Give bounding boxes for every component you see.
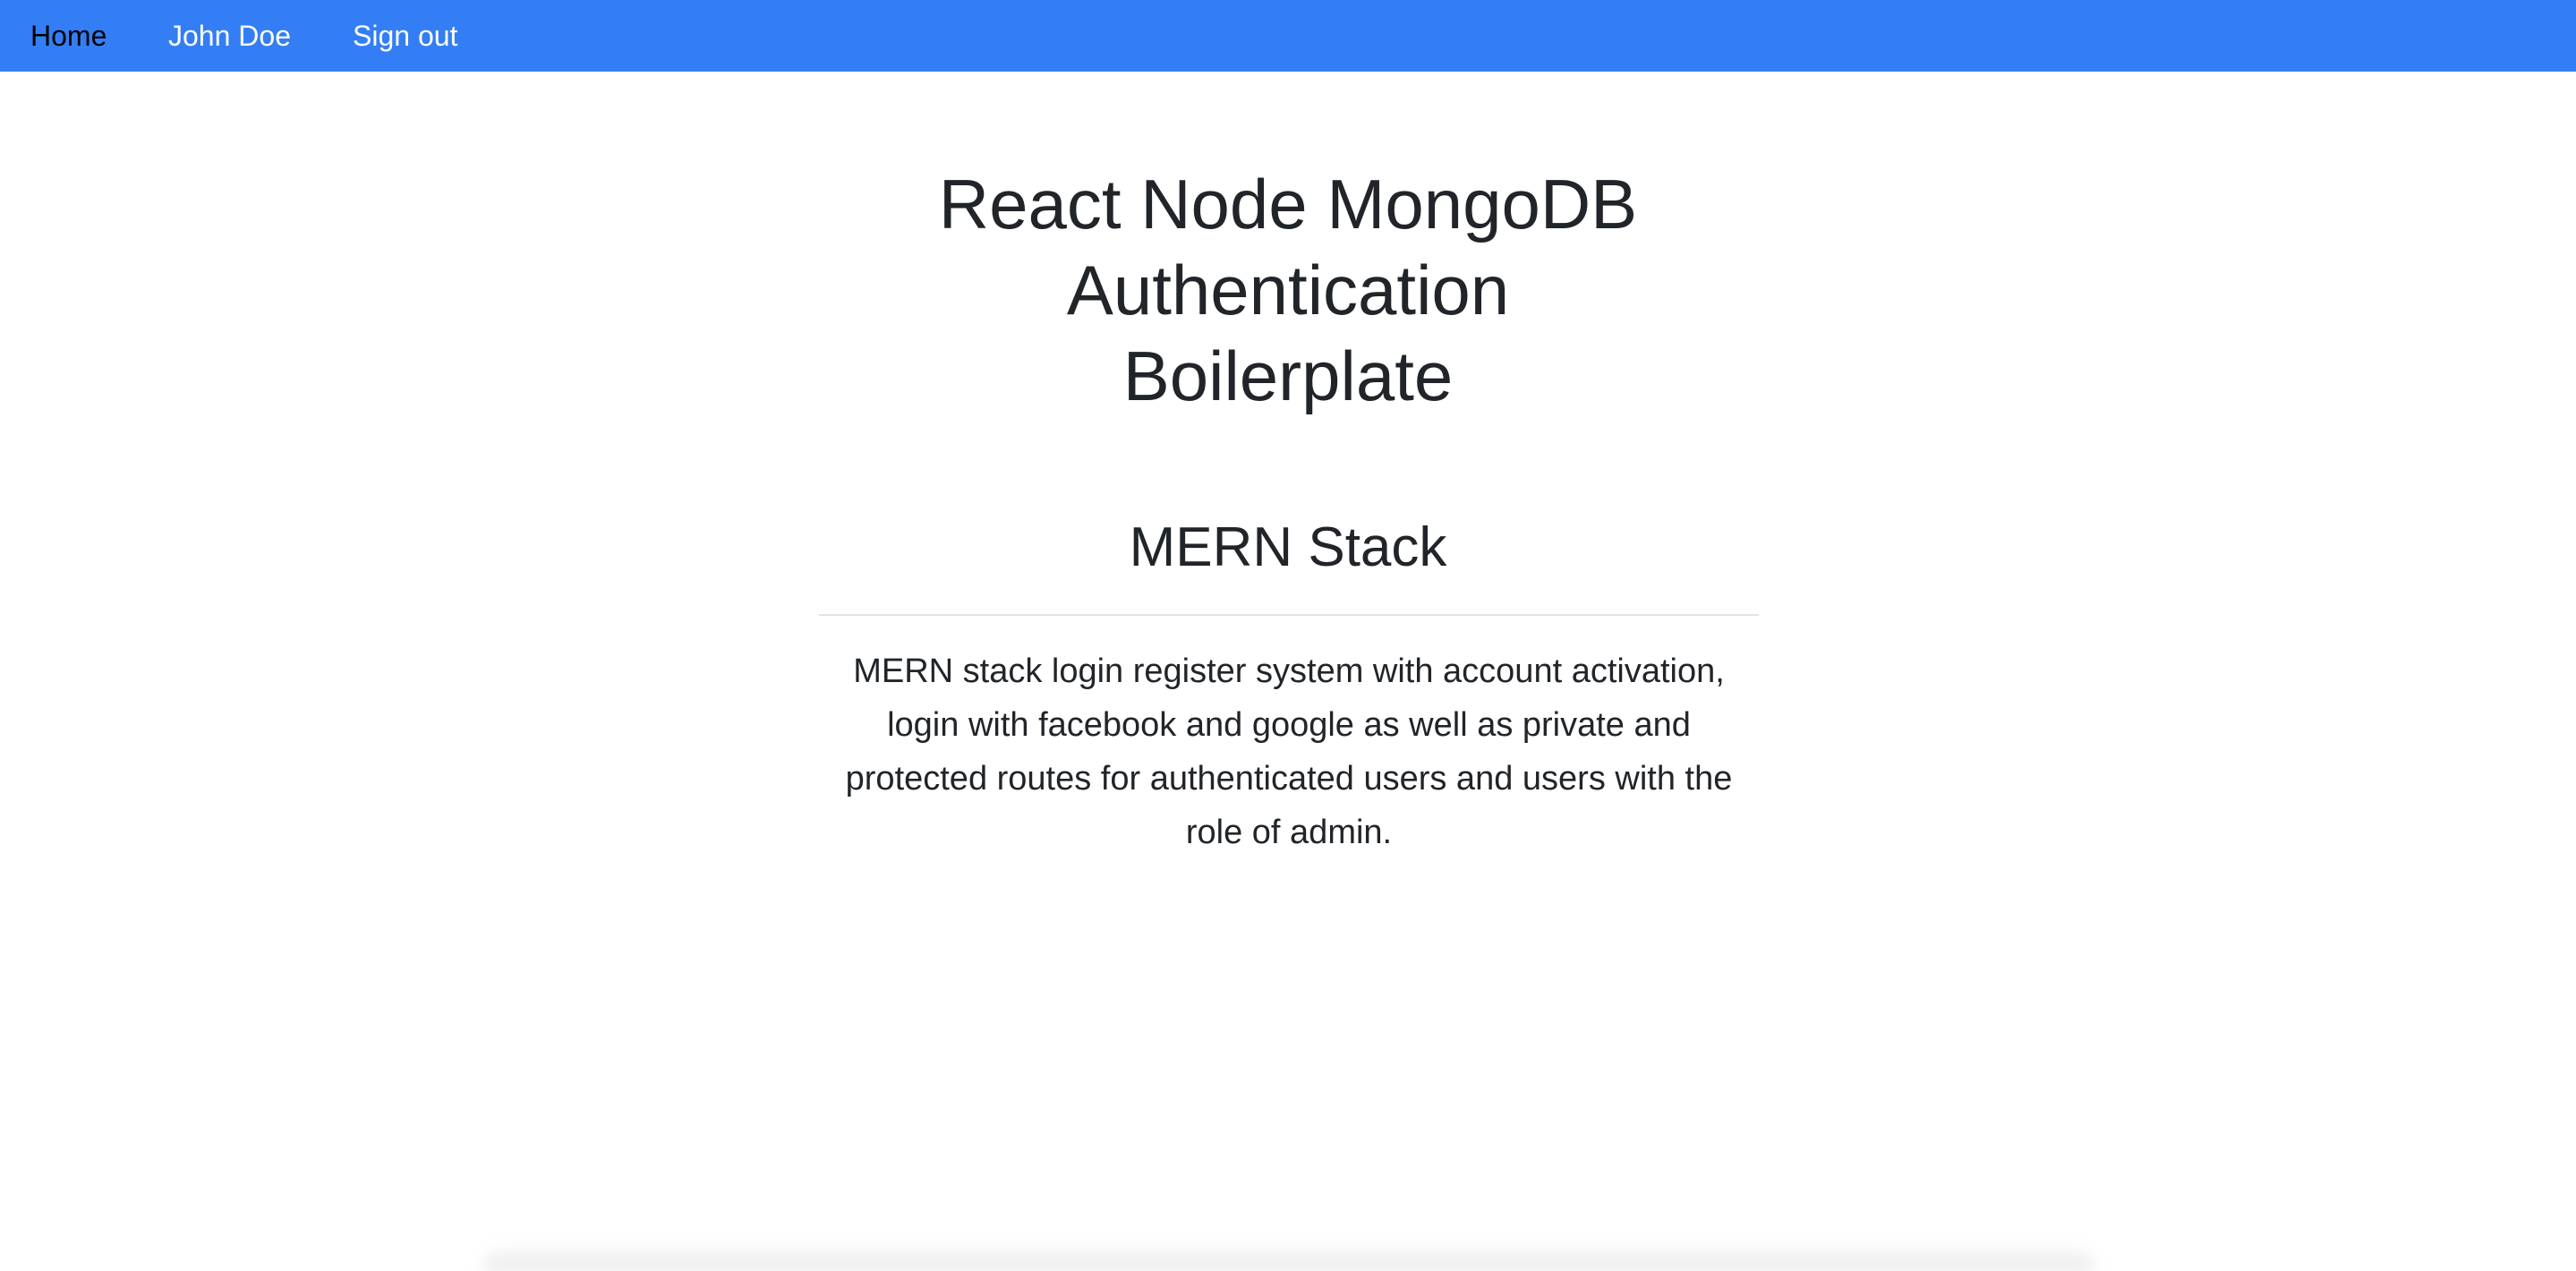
hero-title-line-2: Authentication: [1066, 251, 1510, 329]
section-divider: [819, 614, 1759, 616]
nav-sign-out-link[interactable]: Sign out: [353, 18, 457, 54]
hero-title: React Node MongoDB Authentication Boiler…: [751, 161, 1825, 419]
section-title: MERN Stack: [1129, 516, 1447, 578]
top-navbar: Home John Doe Sign out: [0, 0, 2576, 72]
hero-title-line-1: React Node MongoDB: [938, 165, 1638, 243]
bottom-card-shadow: [483, 1244, 2094, 1271]
nav-user-profile-link[interactable]: John Doe: [168, 18, 291, 54]
description-text: MERN stack login register system with ac…: [845, 653, 1733, 851]
nav-home-link[interactable]: Home: [30, 18, 107, 54]
main-content: React Node MongoDB Authentication Boiler…: [0, 72, 2576, 1271]
hero-title-line-3: Boilerplate: [1122, 337, 1454, 415]
